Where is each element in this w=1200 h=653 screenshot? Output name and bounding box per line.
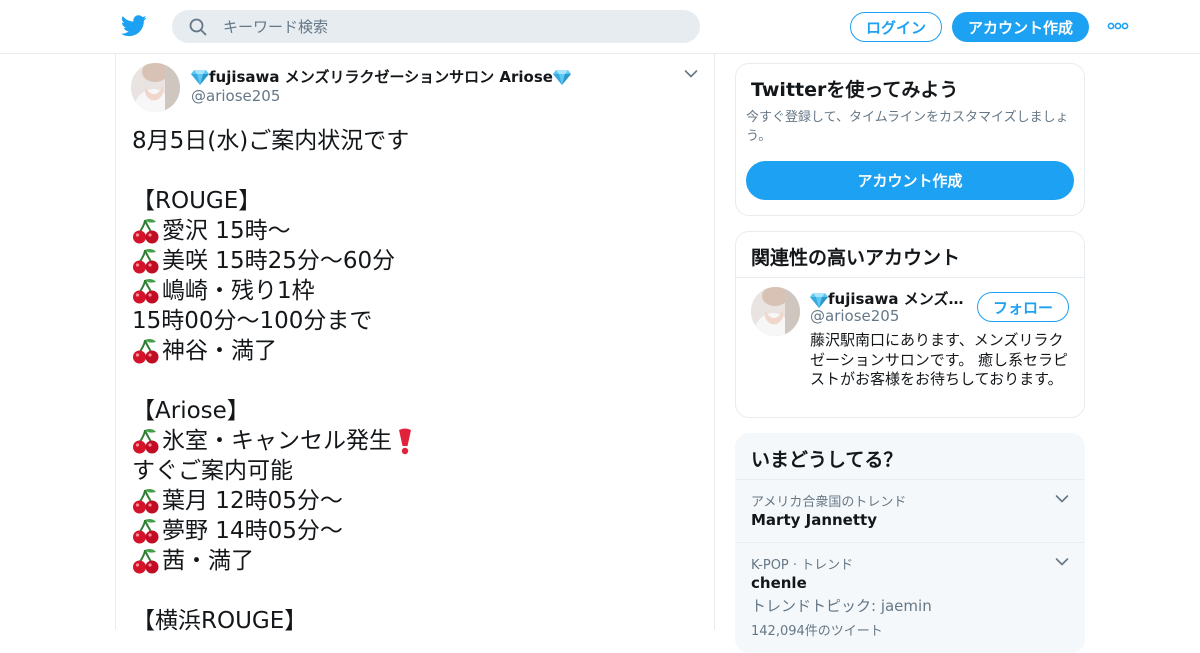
diamond-icon (810, 292, 828, 308)
tweet-line-text: 【横浜ROUGE】 (132, 608, 308, 634)
exclamation-icon (399, 428, 411, 455)
tweet-line: 神谷・満了 (132, 336, 702, 366)
tweet-line-text: 【ROUGE】 (132, 188, 262, 214)
tweet-line: 【Ariose】 (132, 396, 702, 426)
tweet-author-handle[interactable]: @ariose205 (191, 87, 280, 105)
diamond-icon (553, 69, 571, 85)
tweet-line: 夢野 14時05分～ (132, 516, 702, 546)
tweet-line (132, 366, 702, 396)
tweet-line: 愛沢 15時～ (132, 216, 702, 246)
author-name-text: fujisawa メンズリラクゼーションサロン Ariose (209, 68, 553, 86)
tweet-line-text: 葉月 12時05分～ (162, 488, 343, 514)
divider (736, 542, 1084, 543)
signup-button[interactable]: アカウント作成 (952, 12, 1089, 42)
twitter-bird-icon[interactable] (121, 14, 147, 38)
divider (736, 277, 1084, 278)
trend-name[interactable]: Marty Jannetty (751, 511, 877, 529)
tweet-line-text: すぐご案内可能 (132, 458, 293, 484)
cherry-icon (132, 277, 160, 305)
signup-card-title: Twitterを使ってみよう (751, 79, 959, 101)
tweet-line: 美咲 15時25分～60分 (132, 246, 702, 276)
avatar[interactable] (751, 287, 800, 336)
trends-title: いまどうしてる？ (751, 449, 903, 471)
related-account-name-text: fujisawa メンズリラクゼーションサロン Ariose (828, 290, 968, 308)
trend-meta: K-POP · トレンド (751, 558, 854, 573)
diamond-icon (191, 69, 209, 85)
divider (736, 479, 1084, 480)
related-account-bio: 藤沢駅南口にあります、メンズリラクゼーションサロンです。 癒し系セラピストがお客… (810, 331, 1068, 388)
tweet-line-text: 神谷・満了 (162, 338, 277, 364)
tweet-line-text: 【Ariose】 (132, 398, 250, 424)
tweet-line: 茜・満了 (132, 546, 702, 576)
trends-card: いまどうしてる？ アメリカ合衆国のトレンド Marty Jannetty K-P… (735, 433, 1085, 653)
top-navigation-bar: キーワード検索 ログイン アカウント作成 (0, 0, 1200, 54)
cherry-icon (132, 487, 160, 515)
trend-name[interactable]: chenle (751, 574, 807, 592)
tweet-card: fujisawa メンズリラクゼーションサロン Ariose @ariose20… (115, 54, 715, 634)
tweet-line: 氷室・キャンセル発生 (132, 426, 702, 456)
signup-card: Twitterを使ってみよう 今すぐ登録して、タイムラインをカスタマイズしましょ… (735, 63, 1085, 216)
trend-related-topic: トレンドトピック: jaemin (751, 597, 932, 615)
related-accounts-card: 関連性の高いアカウント fujisawa メンズリラクゼーションサロン Ario… (735, 231, 1085, 418)
chevron-down-icon[interactable] (1055, 557, 1069, 567)
search-icon (189, 18, 207, 35)
avatar[interactable] (131, 63, 180, 112)
tweet-line: 嶋崎・残り1枠 (132, 276, 702, 306)
tweet-line: 葉月 12時05分～ (132, 486, 702, 516)
signup-card-subtitle: 今すぐ登録して、タイムラインをカスタマイズしましょう。 (746, 110, 1069, 144)
more-options-icon[interactable] (1107, 21, 1129, 31)
tweet-line-text: 夢野 14時05分～ (162, 518, 343, 544)
tweet-line-text: 15時00分～100分まで (132, 308, 373, 334)
tweet-line (132, 576, 702, 606)
tweet-line: 【ROUGE】 (132, 186, 702, 216)
tweet-line: 15時00分～100分まで (132, 306, 702, 336)
tweet-author-name[interactable]: fujisawa メンズリラクゼーションサロン Ariose (191, 66, 571, 87)
related-accounts-title: 関連性の高いアカウント (751, 247, 961, 269)
tweet-line-text: 氷室・キャンセル発生 (162, 428, 392, 454)
chevron-down-icon[interactable] (1055, 494, 1069, 504)
cherry-icon (132, 217, 160, 245)
follow-button[interactable]: フォロー (977, 292, 1069, 322)
create-account-button[interactable]: アカウント作成 (746, 161, 1074, 200)
related-account-name[interactable]: fujisawa メンズリラクゼーションサロン Ariose (810, 288, 968, 309)
trend-meta: アメリカ合衆国のトレンド (751, 495, 907, 510)
search-box[interactable]: キーワード検索 (172, 10, 700, 43)
cherry-icon (132, 247, 160, 275)
tweet-line-text: 茜・満了 (162, 548, 254, 574)
tweet-line: 8月5日(水)ご案内状況です (132, 126, 702, 156)
tweet-text: 8月5日(水)ご案内状況です 【ROUGE】愛沢 15時～ 美咲 15時25分～60… (132, 126, 702, 636)
tweet-line-text: 8月5日(水)ご案内状況です (132, 128, 410, 154)
tweet-line: 【横浜ROUGE】 (132, 606, 702, 636)
cherry-icon (132, 517, 160, 545)
tweet-line-text: 美咲 15時25分～60分 (162, 248, 396, 274)
login-button[interactable]: ログイン (850, 12, 942, 42)
cherry-icon (132, 547, 160, 575)
tweet-line (132, 156, 702, 186)
tweet-line-text: 愛沢 15時～ (162, 218, 291, 244)
related-account-handle[interactable]: @ariose205 (810, 307, 899, 325)
search-input[interactable]: キーワード検索 (223, 16, 328, 37)
tweet-line-text: 嶋崎・残り1枠 (162, 278, 315, 304)
tweet-line: すぐご案内可能 (132, 456, 702, 486)
cherry-icon (132, 427, 160, 455)
cherry-icon (132, 337, 160, 365)
chevron-down-icon[interactable] (684, 69, 698, 79)
